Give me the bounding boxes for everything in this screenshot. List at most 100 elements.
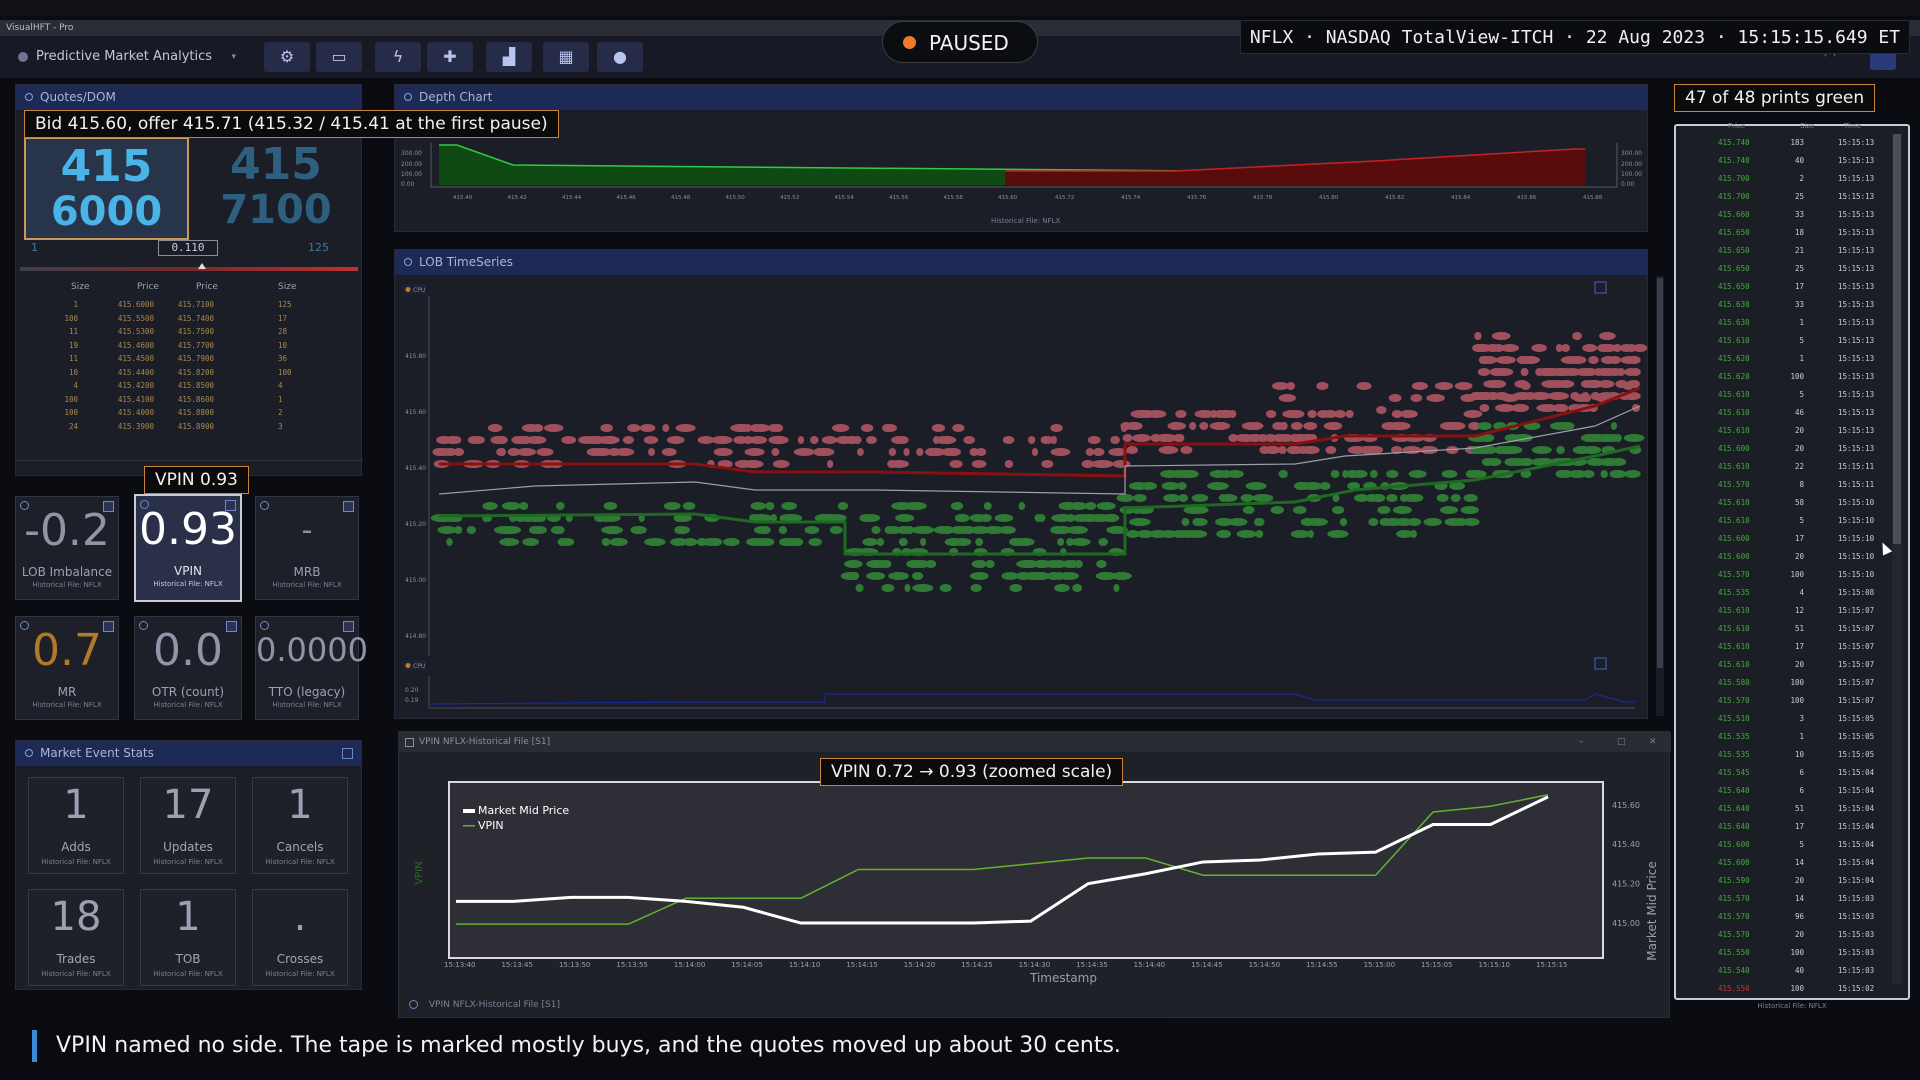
tile-mr[interactable]: 0.7 MR Historical File: NFLX xyxy=(15,616,119,720)
depth-x-tick: 415.88 xyxy=(1583,195,1603,201)
lob-level-bubble xyxy=(954,538,972,546)
chart-button[interactable]: ▟ xyxy=(486,42,532,72)
monitor-button[interactable]: ▭ xyxy=(316,42,362,72)
lob-level-bubble xyxy=(1112,460,1131,468)
lob-level-bubble xyxy=(983,502,992,510)
lob-zoom-icon-bottom[interactable] xyxy=(1594,657,1607,670)
vpin-y-tick-right: 415.00 xyxy=(1612,919,1640,928)
puzzle-button[interactable]: ✚ xyxy=(427,42,473,72)
tape-time: 15:15:07 xyxy=(1838,624,1875,633)
tape-scrollbar-thumb[interactable] xyxy=(1893,134,1901,544)
lob-level-bubble xyxy=(1623,434,1645,442)
lob-level-bubble xyxy=(1156,434,1178,442)
tape-size: 20 xyxy=(1794,426,1804,435)
tile-vpin[interactable]: 0.93 VPIN Historical File: NFLX xyxy=(134,494,242,602)
lob-level-bubble xyxy=(1377,506,1391,514)
tape-price: 415.700 xyxy=(1718,192,1750,201)
lob-level-bubble xyxy=(1300,518,1315,526)
tape-price: 415.600 xyxy=(1718,840,1750,849)
tape-scrollbar-track[interactable] xyxy=(1892,134,1902,984)
lob-level-bubble xyxy=(1187,530,1208,538)
lob-level-bubble xyxy=(904,584,911,592)
lob-level-bubble xyxy=(1004,460,1014,468)
tile-source: Historical File: NFLX xyxy=(153,701,223,709)
bid-box[interactable]: 415 6000 xyxy=(24,137,189,240)
tile-otr[interactable]: 0.0 OTR (count) Historical File: NFLX xyxy=(134,616,242,720)
stat-value: 17 xyxy=(162,782,214,828)
tape-time: 15:15:07 xyxy=(1838,606,1875,615)
lob-level-bubble xyxy=(1085,448,1095,456)
lob-level-bubble xyxy=(1582,446,1602,454)
ask-box[interactable]: 415 7100 xyxy=(196,137,356,240)
vpin-x-tick: 15:14:55 xyxy=(1306,961,1337,969)
lob-level-bubble xyxy=(1199,422,1209,430)
lob-zoom-icon[interactable] xyxy=(1594,281,1607,294)
user-button[interactable]: ● xyxy=(597,42,643,72)
lob-level-bubble xyxy=(1240,494,1254,502)
market-stats-chart-icon[interactable] xyxy=(342,748,353,759)
depth-chart-ask-area xyxy=(1005,148,1585,185)
lob-level-bubble xyxy=(601,424,613,432)
maximize-icon[interactable]: □ xyxy=(1617,732,1626,752)
lob-level-bubble xyxy=(639,424,656,432)
vpin-x-tick: 15:13:50 xyxy=(559,961,590,969)
tile-mrb[interactable]: - MRB Historical File: NFLX xyxy=(255,496,359,600)
lob-level-bubble xyxy=(1074,560,1083,568)
vpin-x-tick: 15:13:55 xyxy=(616,961,647,969)
lob-level-bubble xyxy=(1265,410,1277,418)
lob-level-bubble xyxy=(1131,518,1145,526)
lob-level-bubble xyxy=(1066,538,1074,546)
tile-lob-imbalance[interactable]: -0.2 LOB Imbalance Historical File: NFLX xyxy=(15,496,119,600)
tile-value: 0.0 xyxy=(153,625,223,676)
tape-time: 15:15:13 xyxy=(1838,354,1875,363)
lob-level-bubble xyxy=(970,572,989,580)
dom-ask-size: 125 xyxy=(278,300,292,309)
lob-level-bubble xyxy=(916,526,934,534)
tape-price: 415.535 xyxy=(1718,732,1750,741)
depth-x-tick: 415.40 xyxy=(453,195,473,201)
lob-level-bubble xyxy=(1447,422,1466,430)
lob-y-tick: 415.40 xyxy=(405,465,426,472)
keyboard-button[interactable]: ▦ xyxy=(543,42,589,72)
settings-button[interactable]: ⚙ xyxy=(264,42,310,72)
lob-level-bubble xyxy=(1547,392,1569,400)
dom-row: 1 415.6000 415.7100 125 xyxy=(16,300,371,314)
window-titlebar xyxy=(0,0,1920,16)
lob-level-bubble xyxy=(939,584,952,592)
lob-level-bubble xyxy=(1399,494,1409,502)
tape-time: 15:15:11 xyxy=(1838,462,1875,471)
lob-level-bubble xyxy=(1521,368,1529,376)
paused-badge[interactable]: PAUSED xyxy=(882,21,1038,63)
lob-scrollbar-track[interactable] xyxy=(1656,276,1664,716)
caption-text: VPIN named no side. The tape is marked m… xyxy=(56,1033,1121,1058)
bolt-button[interactable]: ϟ xyxy=(375,42,421,72)
tape-time: 15:15:13 xyxy=(1838,408,1875,417)
lob-level-bubble xyxy=(1273,506,1282,514)
minimize-icon[interactable]: – xyxy=(1579,732,1584,752)
lob-level-bubble xyxy=(1245,482,1267,490)
tile-chart-icon[interactable] xyxy=(343,501,354,512)
tape-col-time: Time xyxy=(1844,122,1862,130)
close-icon[interactable]: ✕ xyxy=(1649,732,1657,752)
lob-scrollbar-thumb[interactable] xyxy=(1657,278,1663,668)
lob-level-bubble xyxy=(792,538,804,546)
depth-y-tick: 200.00 xyxy=(401,161,422,168)
lob-level-bubble xyxy=(1494,380,1504,388)
lob-level-bubble xyxy=(994,514,1014,522)
lob-level-bubble xyxy=(1567,470,1588,478)
tape-time: 15:15:03 xyxy=(1838,894,1875,903)
stat-label: Crosses xyxy=(276,952,324,966)
module-select[interactable]: Predictive Market Analytics ▾ xyxy=(14,46,244,68)
lob-level-bubble xyxy=(499,538,520,546)
ask-size: 7100 xyxy=(220,187,332,233)
tile-tto[interactable]: 0.0000 TTO (legacy) Historical File: NFLX xyxy=(255,616,368,720)
lob-level-bubble xyxy=(1426,394,1445,402)
tape-price: 415.650 xyxy=(1718,246,1750,255)
lob-level-bubble xyxy=(733,436,748,444)
lob-level-bubble xyxy=(525,436,547,444)
vpin-x-tick: 15:15:05 xyxy=(1421,961,1452,969)
lob-level-bubble xyxy=(1591,380,1602,388)
lob-cpu-dot-icon xyxy=(405,287,411,292)
tape-price: 415.535 xyxy=(1718,750,1750,759)
tape-price: 415.540 xyxy=(1718,966,1750,975)
